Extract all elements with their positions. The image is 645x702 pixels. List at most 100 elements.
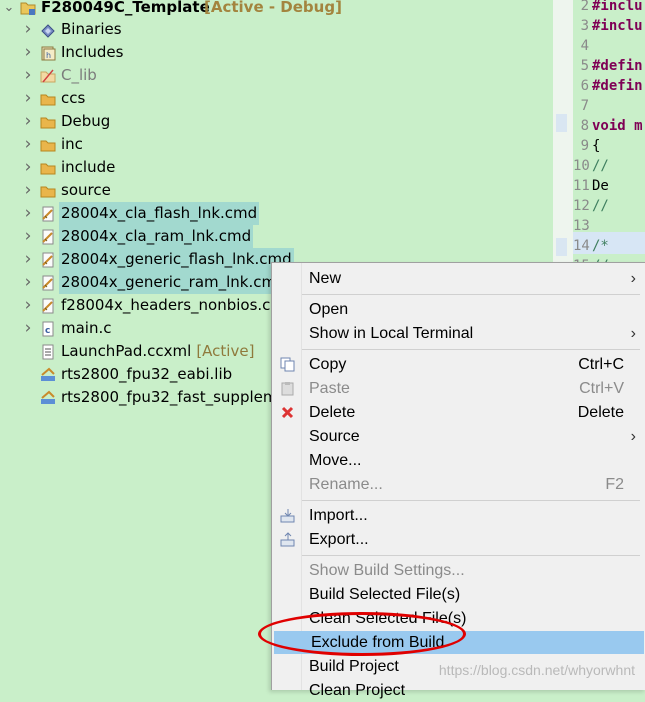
line-number: 8 (580, 118, 589, 134)
tree-item-label: 28004x_cla_flash_lnk.cmd (59, 202, 260, 225)
context-menu: New › Open Show in Local Terminal › Copy Ctrl+… (271, 262, 645, 699)
lib-file-icon (41, 367, 55, 381)
line-number: 6 (580, 78, 589, 94)
folder-icon (40, 186, 56, 198)
menu-item-label: Build Project (309, 658, 399, 675)
active-badge: [Active] (196, 342, 255, 360)
menu-item-label: Export... (309, 531, 369, 548)
menu-item-exclude-from-build[interactable]: Exclude from Build (274, 631, 644, 654)
menu-item-paste[interactable]: Paste Ctrl+V (272, 377, 645, 400)
menu-item-build-selected-file-s[interactable]: Build Selected File(s) (272, 583, 645, 606)
cmd-file-icon (42, 206, 54, 222)
chevron-right-icon[interactable]: › (21, 179, 35, 202)
chevron-right-icon[interactable]: › (21, 156, 35, 179)
export-icon (280, 532, 295, 547)
line-number: 5 (580, 58, 589, 74)
line-number: 3 (580, 18, 589, 34)
watermark: https://blog.csdn.net/whyorwhnt (438, 662, 635, 678)
menu-item-move[interactable]: Move... (272, 449, 645, 472)
tree-item-label: include (61, 158, 116, 176)
menu-separator (302, 500, 640, 501)
menu-separator (302, 349, 640, 350)
chevron-right-icon[interactable]: › (21, 248, 35, 271)
line-number: 12 (573, 198, 590, 214)
menu-item-show-build-settings[interactable]: Show Build Settings... (272, 559, 645, 582)
menu-item-copy[interactable]: Copy Ctrl+C (272, 353, 645, 376)
line-number: 13 (573, 218, 590, 234)
tree-item-label: f28004x_headers_nonbios.cmd (61, 296, 295, 314)
line-number: 7 (580, 98, 589, 114)
menu-item-rename[interactable]: Rename... F2 (272, 473, 645, 496)
binaries-icon (41, 24, 55, 38)
line-number: 4 (580, 38, 589, 54)
folder-icon (40, 117, 56, 129)
chevron-right-icon[interactable]: › (21, 64, 35, 87)
tree-item-label: inc (61, 135, 83, 153)
code-line: // (592, 158, 609, 174)
menu-item-label: Rename... (309, 476, 383, 493)
excluded-folder-icon (40, 69, 56, 83)
menu-item-label: Exclude from Build (311, 634, 445, 651)
tree-item-label: C_lib (61, 66, 97, 84)
tree-item-label: source (61, 181, 111, 199)
menu-item-source[interactable]: Source › (272, 425, 645, 448)
line-number: 14 (573, 238, 590, 254)
chevron-right-icon[interactable]: › (21, 18, 35, 41)
menu-item-label: Paste (309, 380, 350, 397)
chevron-right-icon[interactable]: › (21, 317, 35, 340)
cmd-file-icon (42, 252, 54, 268)
menu-item-delete[interactable]: Delete Delete (272, 401, 645, 424)
chevron-right-icon[interactable]: › (21, 202, 35, 225)
chevron-right-icon[interactable]: › (21, 133, 35, 156)
tree-item-label: main.c (61, 319, 112, 337)
line-number: 2 (580, 0, 589, 14)
code-line: #defin (592, 58, 643, 74)
chevron-down-icon[interactable]: ⌄ (2, 0, 16, 19)
chevron-right-icon[interactable]: › (21, 87, 35, 110)
menu-item-label: Open (309, 301, 349, 318)
menu-item-label: Clean Selected File(s) (309, 610, 467, 627)
c-file-icon: c (42, 321, 54, 337)
chevron-right-icon[interactable]: › (21, 41, 35, 64)
cmd-file-icon (42, 298, 54, 314)
menu-separator (302, 294, 640, 295)
menu-item-label: New (309, 270, 342, 287)
project-name: F280049C_Template (41, 0, 210, 16)
line-number: 11 (573, 178, 590, 194)
svg-text:c: c (45, 326, 50, 336)
menu-item-import[interactable]: Import... (272, 504, 645, 527)
project-folder-icon (20, 2, 36, 15)
tree-item-label: 28004x_cla_ram_lnk.cmd (59, 225, 254, 248)
tree-item-label: rts2800_fpu32_eabi.lib (61, 365, 233, 383)
menu-item-show-in-local-terminal[interactable]: Show in Local Terminal › (272, 322, 645, 345)
chevron-right-icon[interactable]: › (21, 294, 35, 317)
submenu-arrow-icon: › (630, 325, 636, 342)
menu-item-new[interactable]: New › (272, 267, 645, 290)
folder-icon (40, 163, 56, 175)
menu-item-shortcut: F2 (605, 476, 624, 493)
tree-item-label: 28004x_generic_ram_lnk.cmd (59, 271, 288, 294)
includes-icon: h (41, 46, 56, 61)
tree-item-label: ccs (61, 89, 86, 107)
tree-item-label: Includes (61, 43, 124, 61)
menu-item-label: Delete (309, 404, 356, 421)
import-icon (280, 509, 295, 523)
menu-item-clean-selected-file-s[interactable]: Clean Selected File(s) (272, 607, 645, 630)
code-line: /* (592, 238, 609, 254)
menu-item-open[interactable]: Open (272, 298, 645, 321)
menu-item-clean-project[interactable]: Clean Project (272, 679, 645, 702)
line-number: 10 (573, 158, 590, 174)
menu-item-export[interactable]: Export... (272, 528, 645, 551)
chevron-right-icon[interactable]: › (21, 225, 35, 248)
project-active-badge: [Active - Debug] (204, 0, 342, 16)
menu-item-shortcut: Ctrl+C (578, 356, 624, 373)
chevron-right-icon[interactable]: › (21, 271, 35, 294)
folder-icon (40, 140, 56, 152)
tree-item-label: Debug (61, 112, 111, 130)
paste-icon (281, 382, 294, 396)
lib-file-icon (41, 390, 55, 404)
chevron-right-icon[interactable]: › (21, 110, 35, 133)
tree-item-label: 28004x_generic_flash_lnk.cmd (59, 248, 294, 271)
menu-item-label: Clean Project (309, 682, 406, 699)
code-line: { (592, 138, 601, 154)
